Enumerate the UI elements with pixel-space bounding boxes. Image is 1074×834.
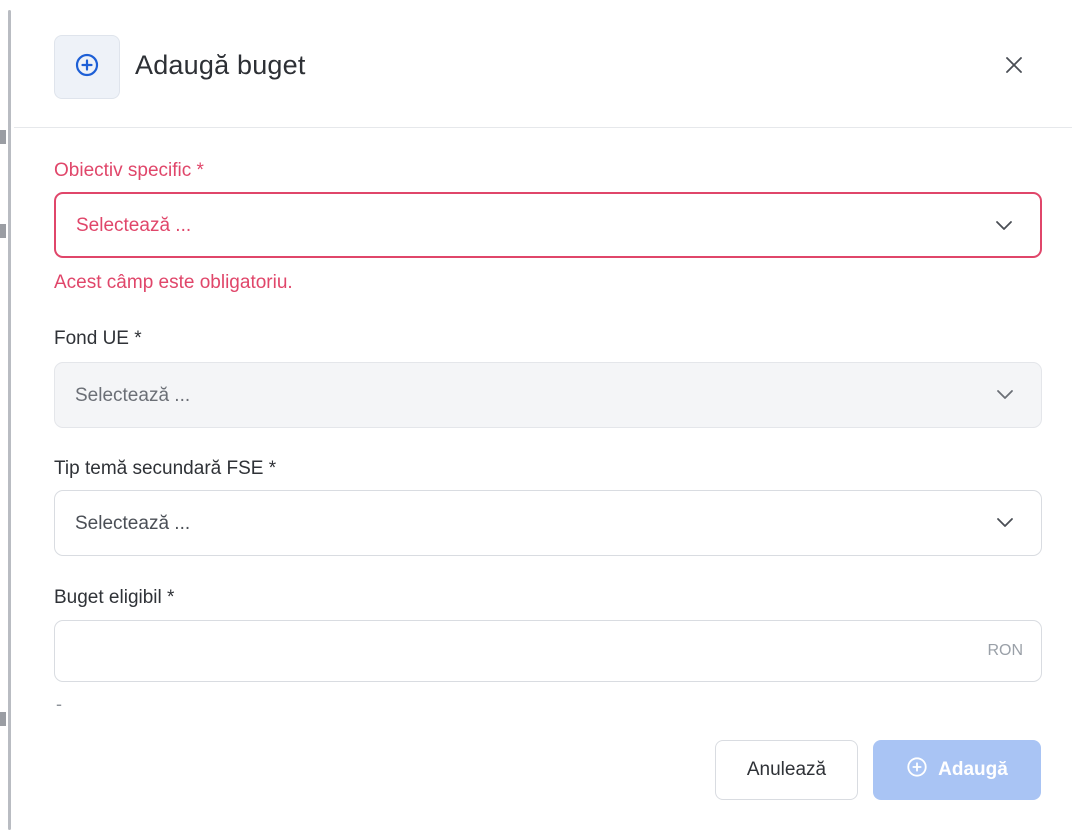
chevron-down-icon	[995, 515, 1015, 531]
field-label-buget-eligibil: Buget eligibil *	[54, 587, 175, 608]
obiectiv-specific-select[interactable]: Selectează ...	[54, 192, 1042, 258]
field-label-fond-ue: Fond UE *	[54, 328, 142, 349]
field-helper-text: -	[56, 694, 62, 714]
buget-eligibil-input[interactable]	[75, 635, 955, 669]
backdrop-left	[0, 0, 14, 834]
header-icon-box	[54, 35, 120, 99]
field-error-message: Acest câmp este obligatoriu.	[54, 272, 293, 293]
backdrop-tick	[0, 224, 6, 238]
field-label-obiectiv-specific: Obiectiv specific *	[54, 160, 204, 181]
currency-unit: RON	[987, 642, 1023, 659]
close-icon	[1003, 54, 1025, 81]
add-button-label: Adaugă	[938, 759, 1008, 780]
backdrop-edge	[8, 10, 11, 830]
add-button[interactable]: Adaugă	[873, 740, 1041, 800]
fond-ue-select[interactable]: Selectează ...	[54, 362, 1042, 428]
backdrop-tick	[0, 130, 6, 144]
chevron-down-icon	[994, 218, 1014, 234]
buget-eligibil-field[interactable]: RON	[54, 620, 1042, 682]
select-placeholder: Selectează ...	[76, 215, 192, 236]
chevron-down-icon	[995, 387, 1015, 403]
plus-circle-icon	[906, 756, 928, 784]
add-budget-modal: Adaugă buget Obiectiv specific * Selecte…	[14, 0, 1072, 834]
tip-tema-secundara-select[interactable]: Selectează ...	[54, 490, 1042, 556]
modal-header: Adaugă buget	[14, 0, 1072, 128]
close-button[interactable]	[998, 51, 1030, 83]
backdrop-tick	[0, 712, 6, 726]
select-placeholder: Selectează ...	[75, 513, 191, 534]
select-placeholder: Selectează ...	[75, 385, 191, 406]
cancel-button[interactable]: Anulează	[715, 740, 858, 800]
modal-title: Adaugă buget	[135, 50, 306, 80]
field-label-tip-tema-secundara: Tip temă secundară FSE *	[54, 458, 277, 479]
plus-circle-icon	[75, 53, 99, 82]
